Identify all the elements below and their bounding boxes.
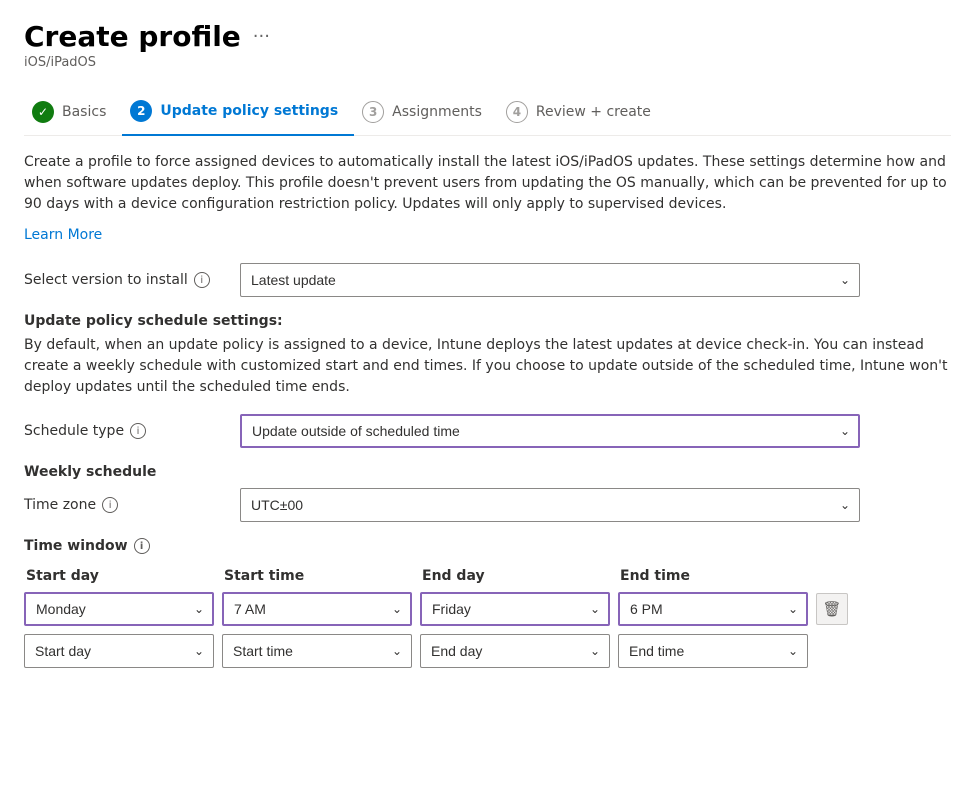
step-basics-label: Basics [62, 104, 106, 120]
page-subtitle: iOS/iPadOS [24, 55, 951, 70]
step-update-policy[interactable]: 2 Update policy settings [122, 90, 354, 136]
step-update-policy-circle: 2 [130, 100, 152, 122]
select-version-dropdown[interactable]: Latest update iOS 17 iOS 16 iOS 15 [240, 263, 860, 297]
header-start-day: Start day [24, 568, 214, 584]
row2-start-day-wrapper: Start day Monday Tuesday Wednesday Thurs… [24, 634, 214, 668]
row2-end-day-wrapper: End day Monday Tuesday Wednesday Thursda… [420, 634, 610, 668]
schedule-type-label: Schedule type i [24, 423, 224, 439]
row2-end-day-dropdown[interactable]: End day Monday Tuesday Wednesday Thursda… [420, 634, 610, 668]
row1-end-day-dropdown[interactable]: Monday Tuesday Wednesday Thursday Friday… [420, 592, 610, 626]
row1-start-time-wrapper: 7 AM 8 AM 9 AM 10 AM ⌄ [222, 592, 412, 626]
header-end-time: End time [618, 568, 808, 584]
time-zone-label: Time zone i [24, 497, 224, 513]
row1-end-day-wrapper: Monday Tuesday Wednesday Thursday Friday… [420, 592, 610, 626]
learn-more-link[interactable]: Learn More [24, 227, 102, 243]
ellipsis-menu[interactable]: ··· [253, 26, 270, 47]
time-window-info-icon[interactable]: i [134, 538, 150, 554]
schedule-type-row: Schedule type i Update outside of schedu… [24, 414, 951, 448]
step-assignments[interactable]: 3 Assignments [354, 91, 498, 135]
page-title: Create profile ··· [24, 20, 270, 53]
row2-start-day-dropdown[interactable]: Start day Monday Tuesday Wednesday Thurs… [24, 634, 214, 668]
row1-delete-button[interactable]: 🗑 [816, 593, 848, 625]
row1-start-day-wrapper: Monday Tuesday Wednesday Thursday Friday… [24, 592, 214, 626]
step-basics[interactable]: ✓ Basics [24, 91, 122, 135]
schedule-row-2: Start day Monday Tuesday Wednesday Thurs… [24, 634, 951, 668]
schedule-type-wrapper: Update outside of scheduled time Update … [240, 414, 860, 448]
header-actions [816, 568, 856, 584]
page-header: Create profile ··· [24, 20, 951, 53]
schedule-section: Update policy schedule settings: By defa… [24, 313, 951, 668]
step-review-create[interactable]: 4 Review + create [498, 91, 667, 135]
description-text: Create a profile to force assigned devic… [24, 152, 951, 215]
header-start-time: Start time [222, 568, 412, 584]
step-basics-circle: ✓ [32, 101, 54, 123]
schedule-section-title: Update policy schedule settings: [24, 313, 951, 329]
select-version-label: Select version to install i [24, 272, 224, 288]
row2-end-time-dropdown[interactable]: End time 6 PM 7 PM 8 PM [618, 634, 808, 668]
step-review-create-circle: 4 [506, 101, 528, 123]
schedule-section-desc: By default, when an update policy is ass… [24, 335, 951, 398]
schedule-type-dropdown[interactable]: Update outside of scheduled time Update … [240, 414, 860, 448]
select-version-wrapper: Latest update iOS 17 iOS 16 iOS 15 ⌄ [240, 263, 860, 297]
row1-delete-icon: 🗑 [822, 600, 841, 618]
wizard-steps: ✓ Basics 2 Update policy settings 3 Assi… [24, 90, 951, 136]
header-end-day: End day [420, 568, 610, 584]
schedule-row-1: Monday Tuesday Wednesday Thursday Friday… [24, 592, 951, 626]
time-zone-dropdown[interactable]: UTC±00 UTC-05:00 UTC+01:00 [240, 488, 860, 522]
row1-start-time-dropdown[interactable]: 7 AM 8 AM 9 AM 10 AM [222, 592, 412, 626]
step-update-policy-label: Update policy settings [160, 103, 338, 119]
row1-end-time-wrapper: 6 PM 7 PM 8 PM ⌄ [618, 592, 808, 626]
step-assignments-circle: 3 [362, 101, 384, 123]
time-zone-wrapper: UTC±00 UTC-05:00 UTC+01:00 ⌄ [240, 488, 860, 522]
time-window-label: Time window i [24, 538, 951, 554]
select-version-info-icon[interactable]: i [194, 272, 210, 288]
row2-end-time-wrapper: End time 6 PM 7 PM 8 PM ⌄ [618, 634, 808, 668]
time-zone-info-icon[interactable]: i [102, 497, 118, 513]
schedule-type-info-icon[interactable]: i [130, 423, 146, 439]
row2-start-time-dropdown[interactable]: Start time 7 AM 8 AM 9 AM [222, 634, 412, 668]
step-assignments-label: Assignments [392, 104, 482, 120]
row2-start-time-wrapper: Start time 7 AM 8 AM 9 AM ⌄ [222, 634, 412, 668]
time-zone-row: Time zone i UTC±00 UTC-05:00 UTC+01:00 ⌄ [24, 488, 951, 522]
row1-start-day-dropdown[interactable]: Monday Tuesday Wednesday Thursday Friday… [24, 592, 214, 626]
step-review-create-label: Review + create [536, 104, 651, 120]
schedule-table-header: Start day Start time End day End time [24, 568, 951, 584]
weekly-schedule-label: Weekly schedule [24, 464, 951, 480]
select-version-row: Select version to install i Latest updat… [24, 263, 951, 297]
row1-end-time-dropdown[interactable]: 6 PM 7 PM 8 PM [618, 592, 808, 626]
